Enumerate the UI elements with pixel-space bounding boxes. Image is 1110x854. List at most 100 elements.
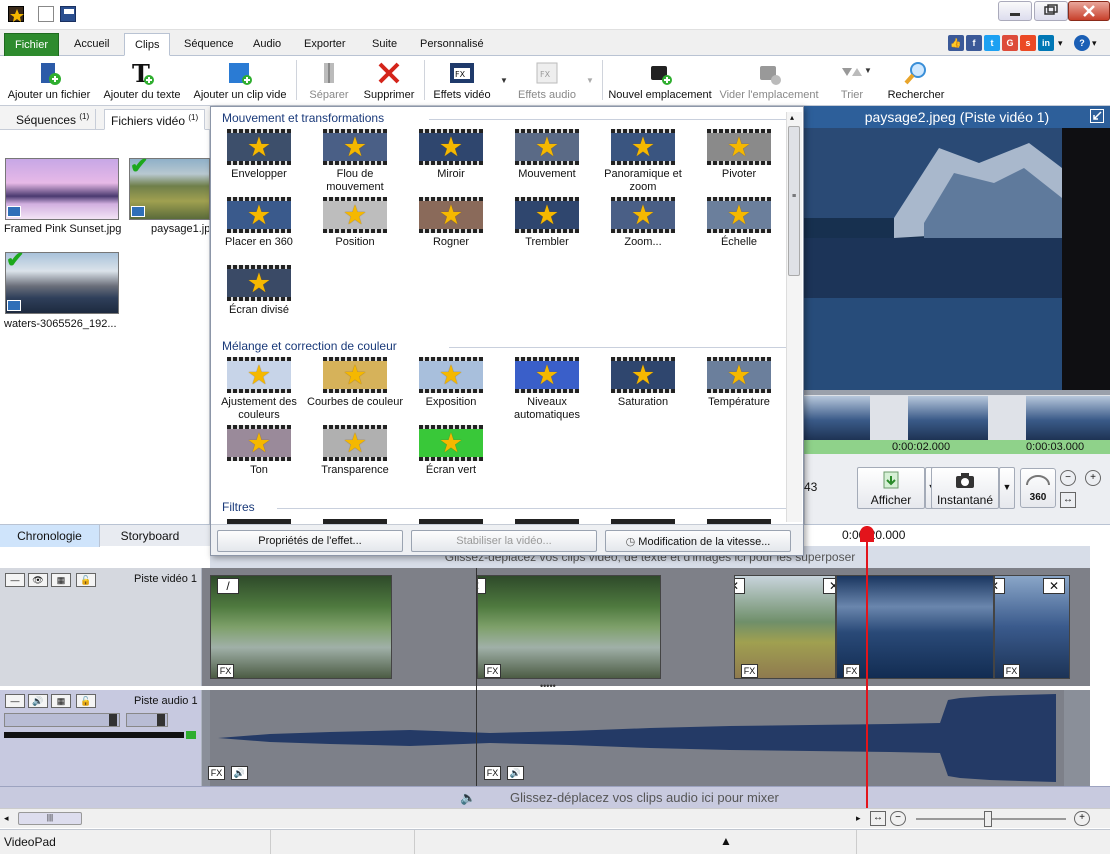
google-plus-icon[interactable]: G <box>1002 35 1018 51</box>
lock-icon[interactable]: 🔓 <box>76 573 96 587</box>
video-effects-dropdown-icon[interactable]: ▼ <box>500 76 508 85</box>
scroll-up-icon[interactable]: ▴ <box>790 113 794 122</box>
scroll-right-icon[interactable]: ▸ <box>856 813 861 824</box>
preview-scrub-bar[interactable] <box>804 390 1110 395</box>
audio-effects-button[interactable]: FX Effets audio <box>512 58 582 104</box>
snapshot-dropdown-icon[interactable]: ▼ <box>999 467 1015 509</box>
effect-item[interactable]: ★ Rogner <box>403 197 499 249</box>
clip-fx-button[interactable]: FX <box>843 664 860 678</box>
effect-properties-button[interactable]: Propriétés de l'effet... <box>217 530 403 552</box>
help-icon[interactable]: ? <box>1074 35 1090 51</box>
tab-sequence[interactable]: Séquence <box>174 33 244 56</box>
tab-fichier[interactable]: Fichier <box>4 33 60 56</box>
tab-sequences[interactable]: Séquences (1) <box>10 109 97 130</box>
clear-placeholder-button[interactable]: Vider l'emplacement <box>718 58 820 104</box>
effects-scrollbar[interactable]: ▴ ≡ <box>786 112 802 522</box>
zoom-out-preview-icon[interactable]: − <box>1060 470 1076 486</box>
tab-exporter[interactable]: Exporter <box>294 33 356 56</box>
video-clip[interactable]: ✕ FX <box>477 575 661 679</box>
scrollbar-thumb[interactable]: ||| <box>18 812 82 825</box>
playhead[interactable] <box>866 526 868 808</box>
bin-item-framed-pink-sunset[interactable] <box>5 158 119 220</box>
stumbleupon-icon[interactable]: s <box>1020 35 1036 51</box>
effect-item[interactable]: ★ Trembler <box>499 197 595 249</box>
expand-up-icon[interactable]: ▲ <box>720 834 732 848</box>
clip-fx-button[interactable]: FX <box>217 664 234 678</box>
effect-item[interactable]: ★ Mouvement <box>499 129 595 181</box>
help-dropdown-icon[interactable]: ▾ <box>1092 38 1097 49</box>
effect-item[interactable]: ★ Saturation <box>595 357 691 409</box>
stabilize-video-button[interactable]: Stabiliser la vidéo... <box>411 530 597 552</box>
effects-scrollbar-thumb[interactable]: ≡ <box>788 126 800 276</box>
transition-icon[interactable]: ✕ <box>1043 578 1065 594</box>
facebook-icon[interactable]: f <box>966 35 982 51</box>
volume-slider[interactable] <box>4 713 120 727</box>
audio-fx-button[interactable]: FX <box>484 766 501 780</box>
zoom-slider-thumb[interactable] <box>984 811 992 827</box>
add-text-button[interactable]: T Ajouter du texte <box>98 58 186 104</box>
effect-item[interactable]: ★ Échelle <box>691 197 787 249</box>
bin-item-paysage1[interactable]: ✔ <box>129 155 210 220</box>
clip-fx-button[interactable]: FX <box>1003 664 1020 678</box>
split-button[interactable]: Séparer <box>302 58 356 104</box>
transition-icon[interactable]: ✕ <box>995 578 1005 594</box>
effect-item[interactable]: ★ Position <box>307 197 403 249</box>
tab-video-files[interactable]: Fichiers vidéo (1) <box>104 109 206 130</box>
collapse-track-icon[interactable]: — <box>5 694 25 708</box>
tab-clips[interactable]: Clips <box>124 33 171 56</box>
effect-item[interactable]: ★ Pivoter <box>691 129 787 181</box>
effect-item[interactable]: ★ Miroir <box>403 129 499 181</box>
twitter-icon[interactable]: t <box>984 35 1000 51</box>
effect-item[interactable]: ★ Placer en 360 <box>211 197 307 249</box>
snapshot-button[interactable]: Instantané <box>931 467 999 509</box>
video-effects-button[interactable]: FX Effets vidéo <box>428 58 496 104</box>
linkedin-icon[interactable]: in <box>1038 35 1054 51</box>
thumbs-up-icon[interactable]: 👍 <box>948 35 964 51</box>
new-document-icon[interactable] <box>38 6 54 22</box>
zoom-in-preview-icon[interactable]: + <box>1085 470 1101 486</box>
undock-icon[interactable] <box>1090 109 1104 123</box>
video-clip[interactable]: FX <box>836 575 994 679</box>
video-clip[interactable]: / FX <box>210 575 392 679</box>
volume-slider-thumb[interactable] <box>109 714 117 726</box>
playhead-handle[interactable] <box>860 526 874 542</box>
eye-icon[interactable]: 👁 <box>28 573 48 587</box>
effect-item[interactable]: ★ Niveaux automatiques <box>499 357 595 422</box>
fade-in-icon[interactable]: / <box>217 578 239 594</box>
delete-button[interactable]: Supprimer <box>360 58 418 104</box>
bin-item-waters[interactable]: ✔ <box>5 249 119 314</box>
effect-item[interactable]: ★ Exposition <box>403 357 499 409</box>
link-tracks-icon[interactable]: ▦ <box>51 573 71 587</box>
preview-timeline-strip[interactable]: 0:00:02.000 0:00:03.000 <box>804 390 1110 454</box>
maximize-button[interactable] <box>1034 1 1068 21</box>
add-blank-clip-button[interactable]: Ajouter un clip vide <box>190 58 290 104</box>
audio-fx-button[interactable]: FX <box>208 766 225 780</box>
audio-drop-zone[interactable]: 🔈 Glissez-déplacez vos clips audio ici p… <box>0 786 1110 808</box>
link-tracks-icon[interactable]: ▦ <box>51 694 71 708</box>
effect-item[interactable]: ★ Courbes de couleur <box>307 357 403 409</box>
effect-item[interactable]: ★ Écran vert <box>403 425 499 477</box>
add-file-button[interactable]: Ajouter un fichier <box>4 58 94 104</box>
audio-effects-dropdown-icon[interactable]: ▼ <box>586 76 594 85</box>
effect-item[interactable]: ★ Ton <box>211 425 307 477</box>
show-button[interactable]: Afficher <box>857 467 925 509</box>
effect-item[interactable]: ★ Transparence <box>307 425 403 477</box>
effect-item[interactable]: ★ Écran divisé <box>211 265 307 317</box>
view-360-button[interactable]: 360 <box>1020 468 1056 508</box>
pan-slider[interactable] <box>126 713 168 727</box>
tab-storyboard[interactable]: Storyboard <box>100 525 200 547</box>
scroll-left-icon[interactable]: ◂ <box>4 813 9 824</box>
clip-fx-button[interactable]: FX <box>484 664 501 678</box>
save-icon[interactable] <box>60 6 76 22</box>
time-ruler[interactable]: 0:00:20.000 <box>804 524 1110 546</box>
effect-item[interactable]: ★ Zoom... <box>595 197 691 249</box>
tab-timeline[interactable]: Chronologie <box>0 525 100 547</box>
lock-icon[interactable]: 🔓 <box>76 694 96 708</box>
effect-item[interactable]: ★ Flou de mouvement <box>307 129 403 194</box>
effect-item[interactable]: ★ Température <box>691 357 787 409</box>
zoom-out-icon[interactable]: − <box>890 811 906 826</box>
tab-suite[interactable]: Suite <box>362 33 407 56</box>
collapse-track-icon[interactable]: — <box>5 573 25 587</box>
transition-icon[interactable]: ✕ <box>478 578 486 594</box>
new-placeholder-button[interactable]: Nouvel emplacement <box>606 58 714 104</box>
